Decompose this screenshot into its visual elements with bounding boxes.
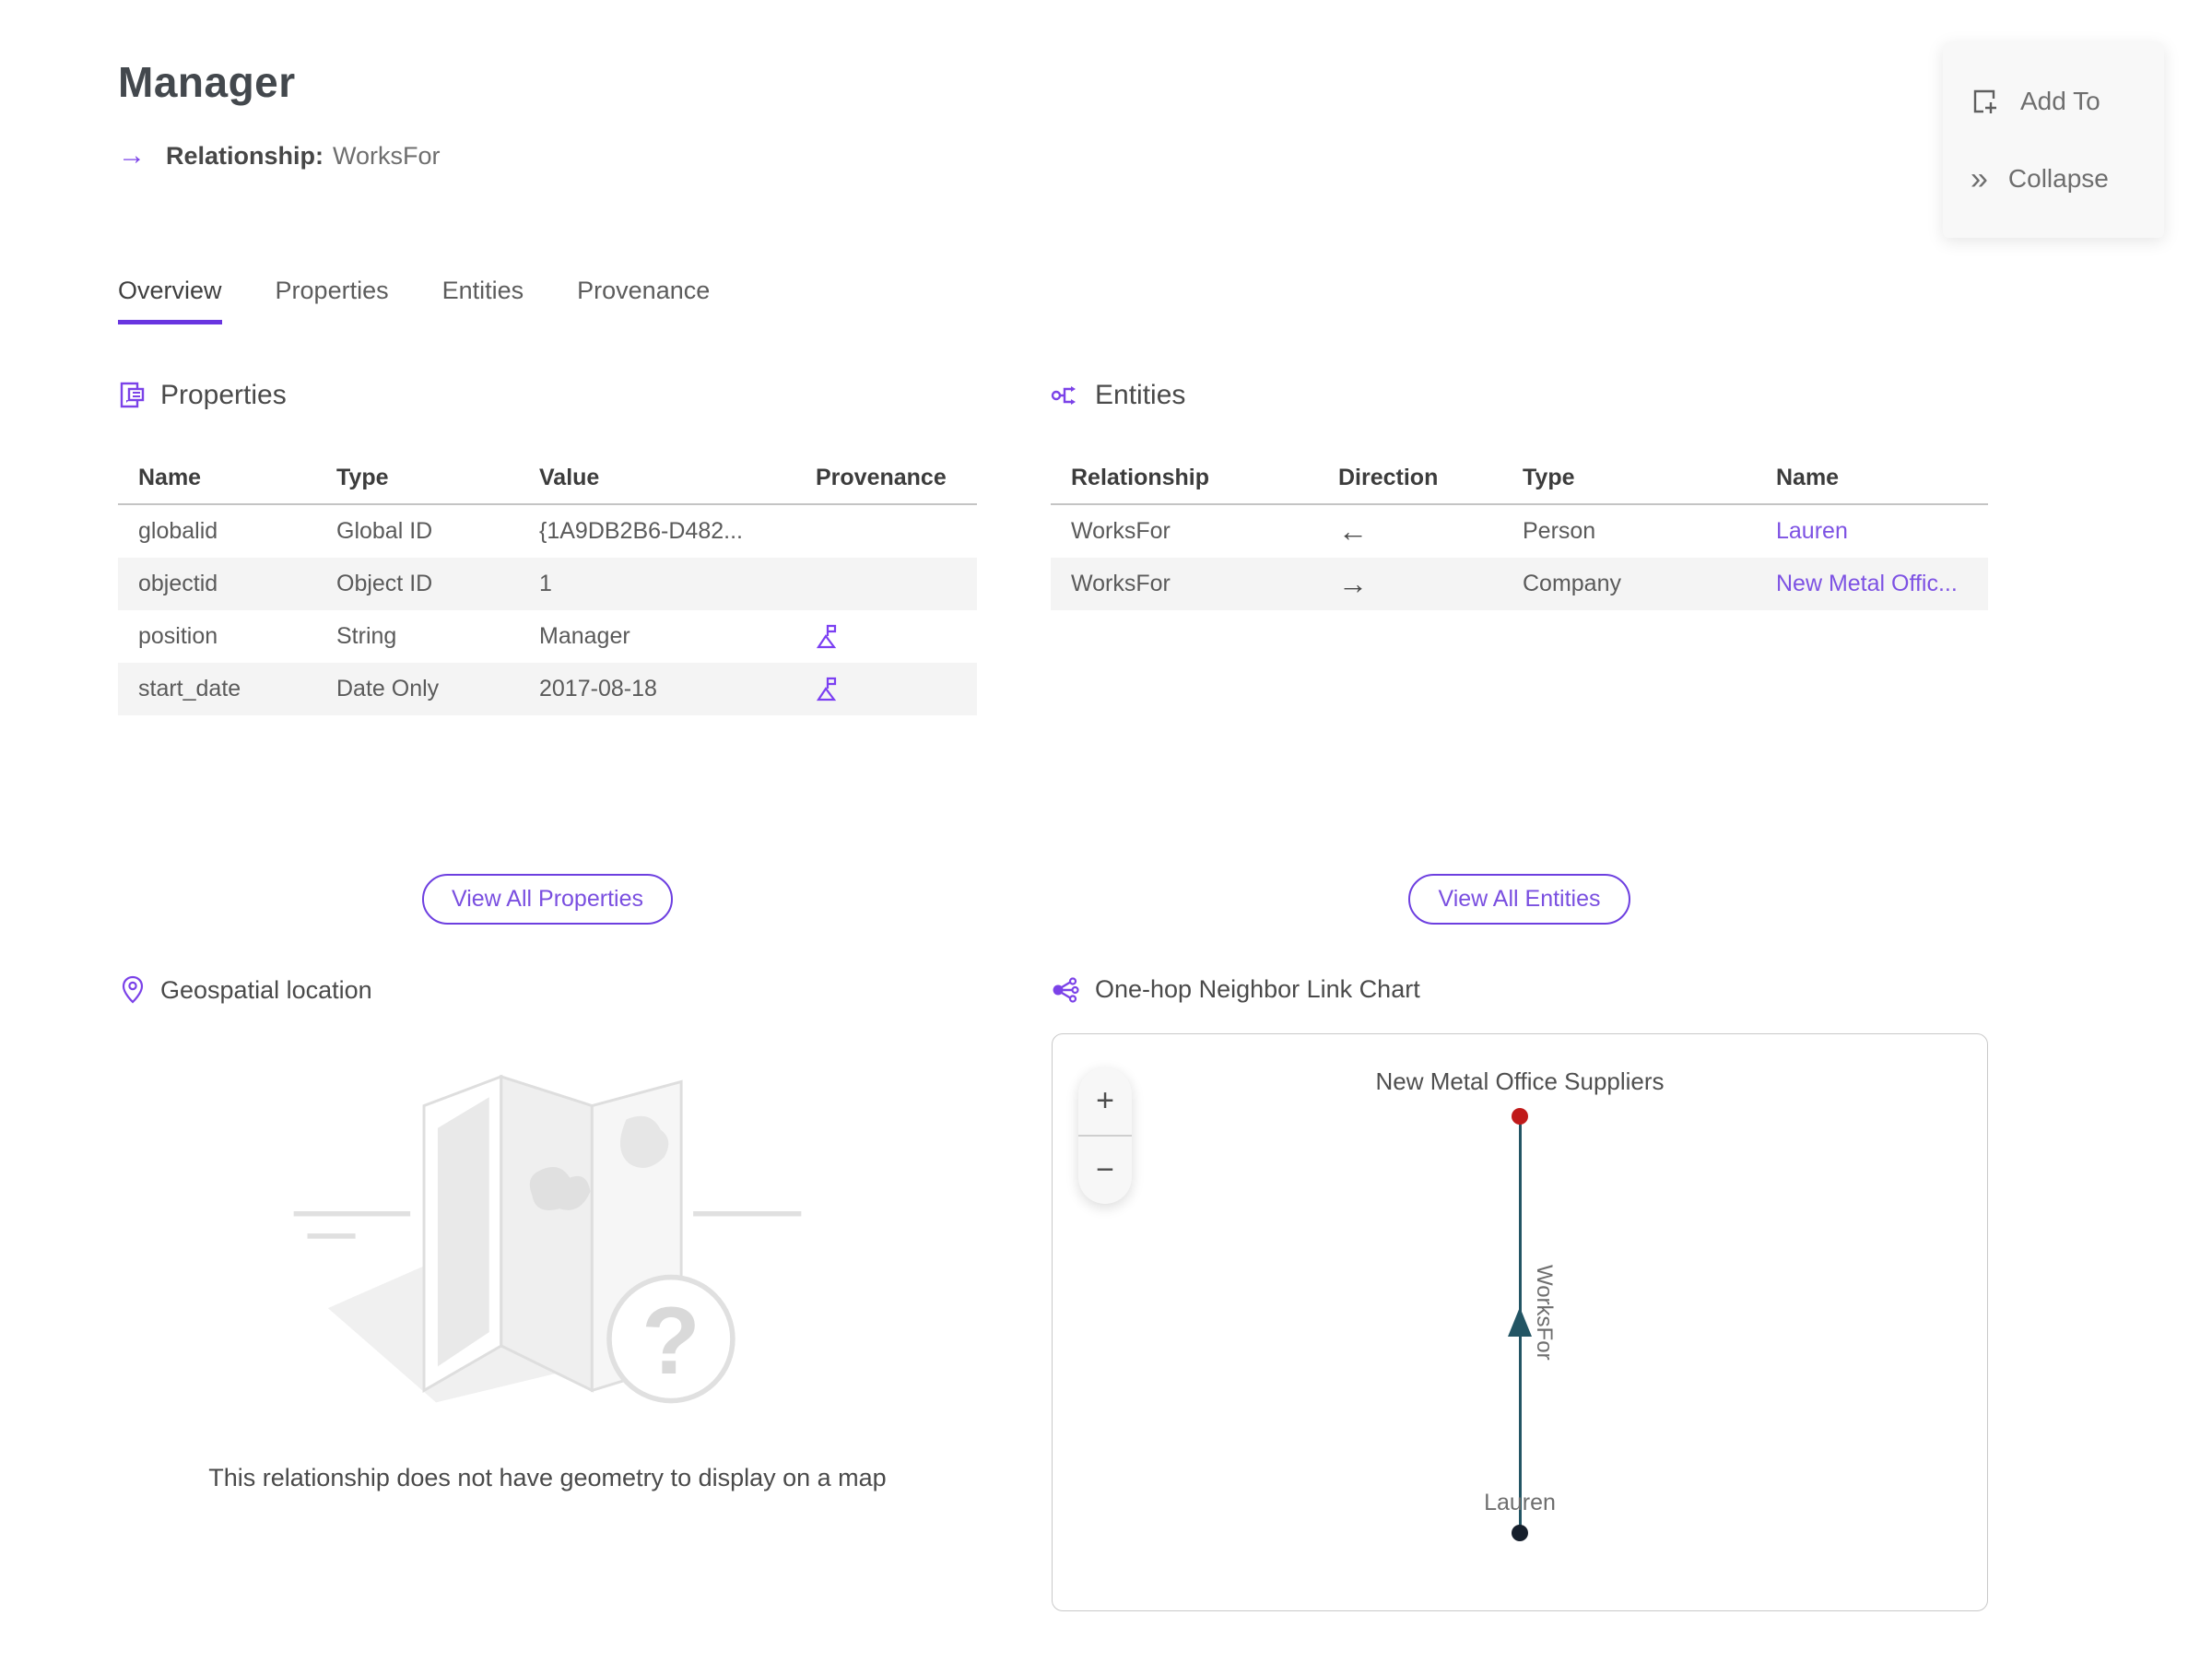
zoom-out-button[interactable]: − (1078, 1135, 1132, 1204)
prop-value: 1 (539, 571, 552, 596)
collapse-button[interactable]: » Collapse (1943, 163, 2164, 195)
properties-heading: Properties (118, 380, 977, 411)
entity-relationship: WorksFor (1071, 571, 1171, 596)
edge-label: WorksFor (1532, 1265, 1557, 1361)
table-row: WorksFor → Company New Metal Offic... (1051, 558, 1988, 610)
prop-type: Global ID (336, 518, 433, 544)
collapse-label: Collapse (2007, 163, 2109, 193)
relationship-type-value: WorksFor (333, 141, 441, 170)
prop-provenance (795, 676, 977, 703)
top-node-label: New Metal Office Suppliers (1375, 1067, 1665, 1095)
tab-properties[interactable]: Properties (276, 277, 389, 324)
prop-type: Object ID (336, 571, 433, 596)
entity-type: Company (1523, 571, 1621, 596)
prop-name: globalid (138, 518, 218, 544)
properties-icon (118, 382, 146, 409)
relationship-detail-page: Manager → Relationship: WorksFor Add To … (0, 0, 2212, 1674)
map-pin-icon (120, 975, 146, 1005)
map-placeholder: ? (118, 1051, 977, 1420)
actions-card: Add To » Collapse (1943, 42, 2164, 238)
link-chart-heading-label: One-hop Neighbor Link Chart (1095, 975, 1420, 1003)
entities-table-header: Relationship Direction Type Name (1051, 452, 1988, 505)
collapse-chevrons-icon: » (1971, 160, 1988, 196)
properties-section: Properties Name Type Value Provenance gl… (118, 380, 977, 715)
col-type: Type (1523, 464, 1575, 490)
col-provenance: Provenance (816, 464, 947, 490)
add-to-label: Add To (2020, 86, 2100, 115)
col-name: Name (138, 464, 202, 490)
add-to-icon (1971, 87, 2000, 116)
prop-name: start_date (138, 676, 241, 701)
tab-entities[interactable]: Entities (442, 277, 524, 324)
provenance-flag-icon[interactable] (816, 676, 977, 703)
link-chart-card: + − New Metal Office Suppliers WorksFor … (1052, 1033, 1988, 1611)
company-node[interactable] (1512, 1108, 1528, 1125)
col-name: Name (1776, 464, 1840, 490)
table-row: position String Manager (118, 610, 977, 663)
page-title: Manager (118, 58, 296, 106)
view-all-properties-wrap: View All Properties (118, 874, 977, 925)
prop-provenance (795, 623, 977, 651)
view-all-properties-button[interactable]: View All Properties (422, 874, 673, 925)
relationship-label: Relationship: (166, 141, 324, 170)
entities-heading: Entities (1051, 380, 1988, 411)
table-row: WorksFor ← Person Lauren (1051, 505, 1988, 558)
entities-heading-label: Entities (1095, 380, 1186, 410)
prop-type: String (336, 623, 397, 649)
entities-icon (1051, 382, 1080, 409)
view-all-entities-wrap: View All Entities (1051, 874, 1988, 925)
provenance-flag-icon[interactable] (816, 623, 977, 651)
col-relationship: Relationship (1071, 464, 1210, 490)
folded-map-illustration: ? (293, 1074, 802, 1404)
prop-type: Date Only (336, 676, 440, 701)
entity-name-link[interactable]: New Metal Offic... (1756, 571, 1988, 597)
prop-value: 2017-08-18 (539, 676, 657, 701)
direction-arrow-icon: ← (1338, 514, 1368, 548)
view-all-entities-button[interactable]: View All Entities (1408, 874, 1630, 925)
prop-value: {1A9DB2B6-D482... (539, 518, 743, 544)
entity-type: Person (1523, 518, 1596, 544)
add-to-button[interactable]: Add To (1943, 87, 2164, 116)
entities-section: Entities Relationship Direction Type Nam… (1051, 380, 1988, 610)
properties-table-header: Name Type Value Provenance (118, 452, 977, 505)
col-type: Type (336, 464, 389, 490)
tab-provenance[interactable]: Provenance (577, 277, 710, 324)
bottom-node-label: Lauren (1484, 1490, 1556, 1515)
question-mark-glyph: ? (641, 1288, 700, 1395)
prop-value: Manager (539, 623, 630, 649)
relationship-arrow-icon: → (118, 140, 146, 171)
prop-name: position (138, 623, 218, 649)
table-row: start_date Date Only 2017-08-18 (118, 663, 977, 715)
entity-name-link[interactable]: Lauren (1756, 518, 1988, 545)
link-chart-heading: One-hop Neighbor Link Chart (1051, 975, 1420, 1004)
table-row: globalid Global ID {1A9DB2B6-D482... (118, 505, 977, 558)
col-value: Value (539, 464, 600, 490)
person-node[interactable] (1512, 1525, 1528, 1541)
geospatial-empty-message: This relationship does not have geometry… (208, 1464, 887, 1491)
geospatial-heading-label: Geospatial location (160, 975, 372, 1004)
prop-name: objectid (138, 571, 218, 596)
geospatial-heading: Geospatial location (120, 975, 372, 1005)
edge-arrow-icon (1508, 1307, 1532, 1337)
properties-heading-label: Properties (160, 380, 287, 410)
tab-bar: Overview Properties Entities Provenance (118, 277, 710, 324)
col-direction: Direction (1338, 464, 1439, 490)
relationship-subtitle: → Relationship: WorksFor (118, 140, 441, 171)
tab-overview[interactable]: Overview (118, 277, 222, 324)
direction-arrow-icon: → (1338, 567, 1368, 600)
table-row: objectid Object ID 1 (118, 558, 977, 610)
link-chart-icon (1051, 976, 1080, 1004)
entity-relationship: WorksFor (1071, 518, 1171, 544)
